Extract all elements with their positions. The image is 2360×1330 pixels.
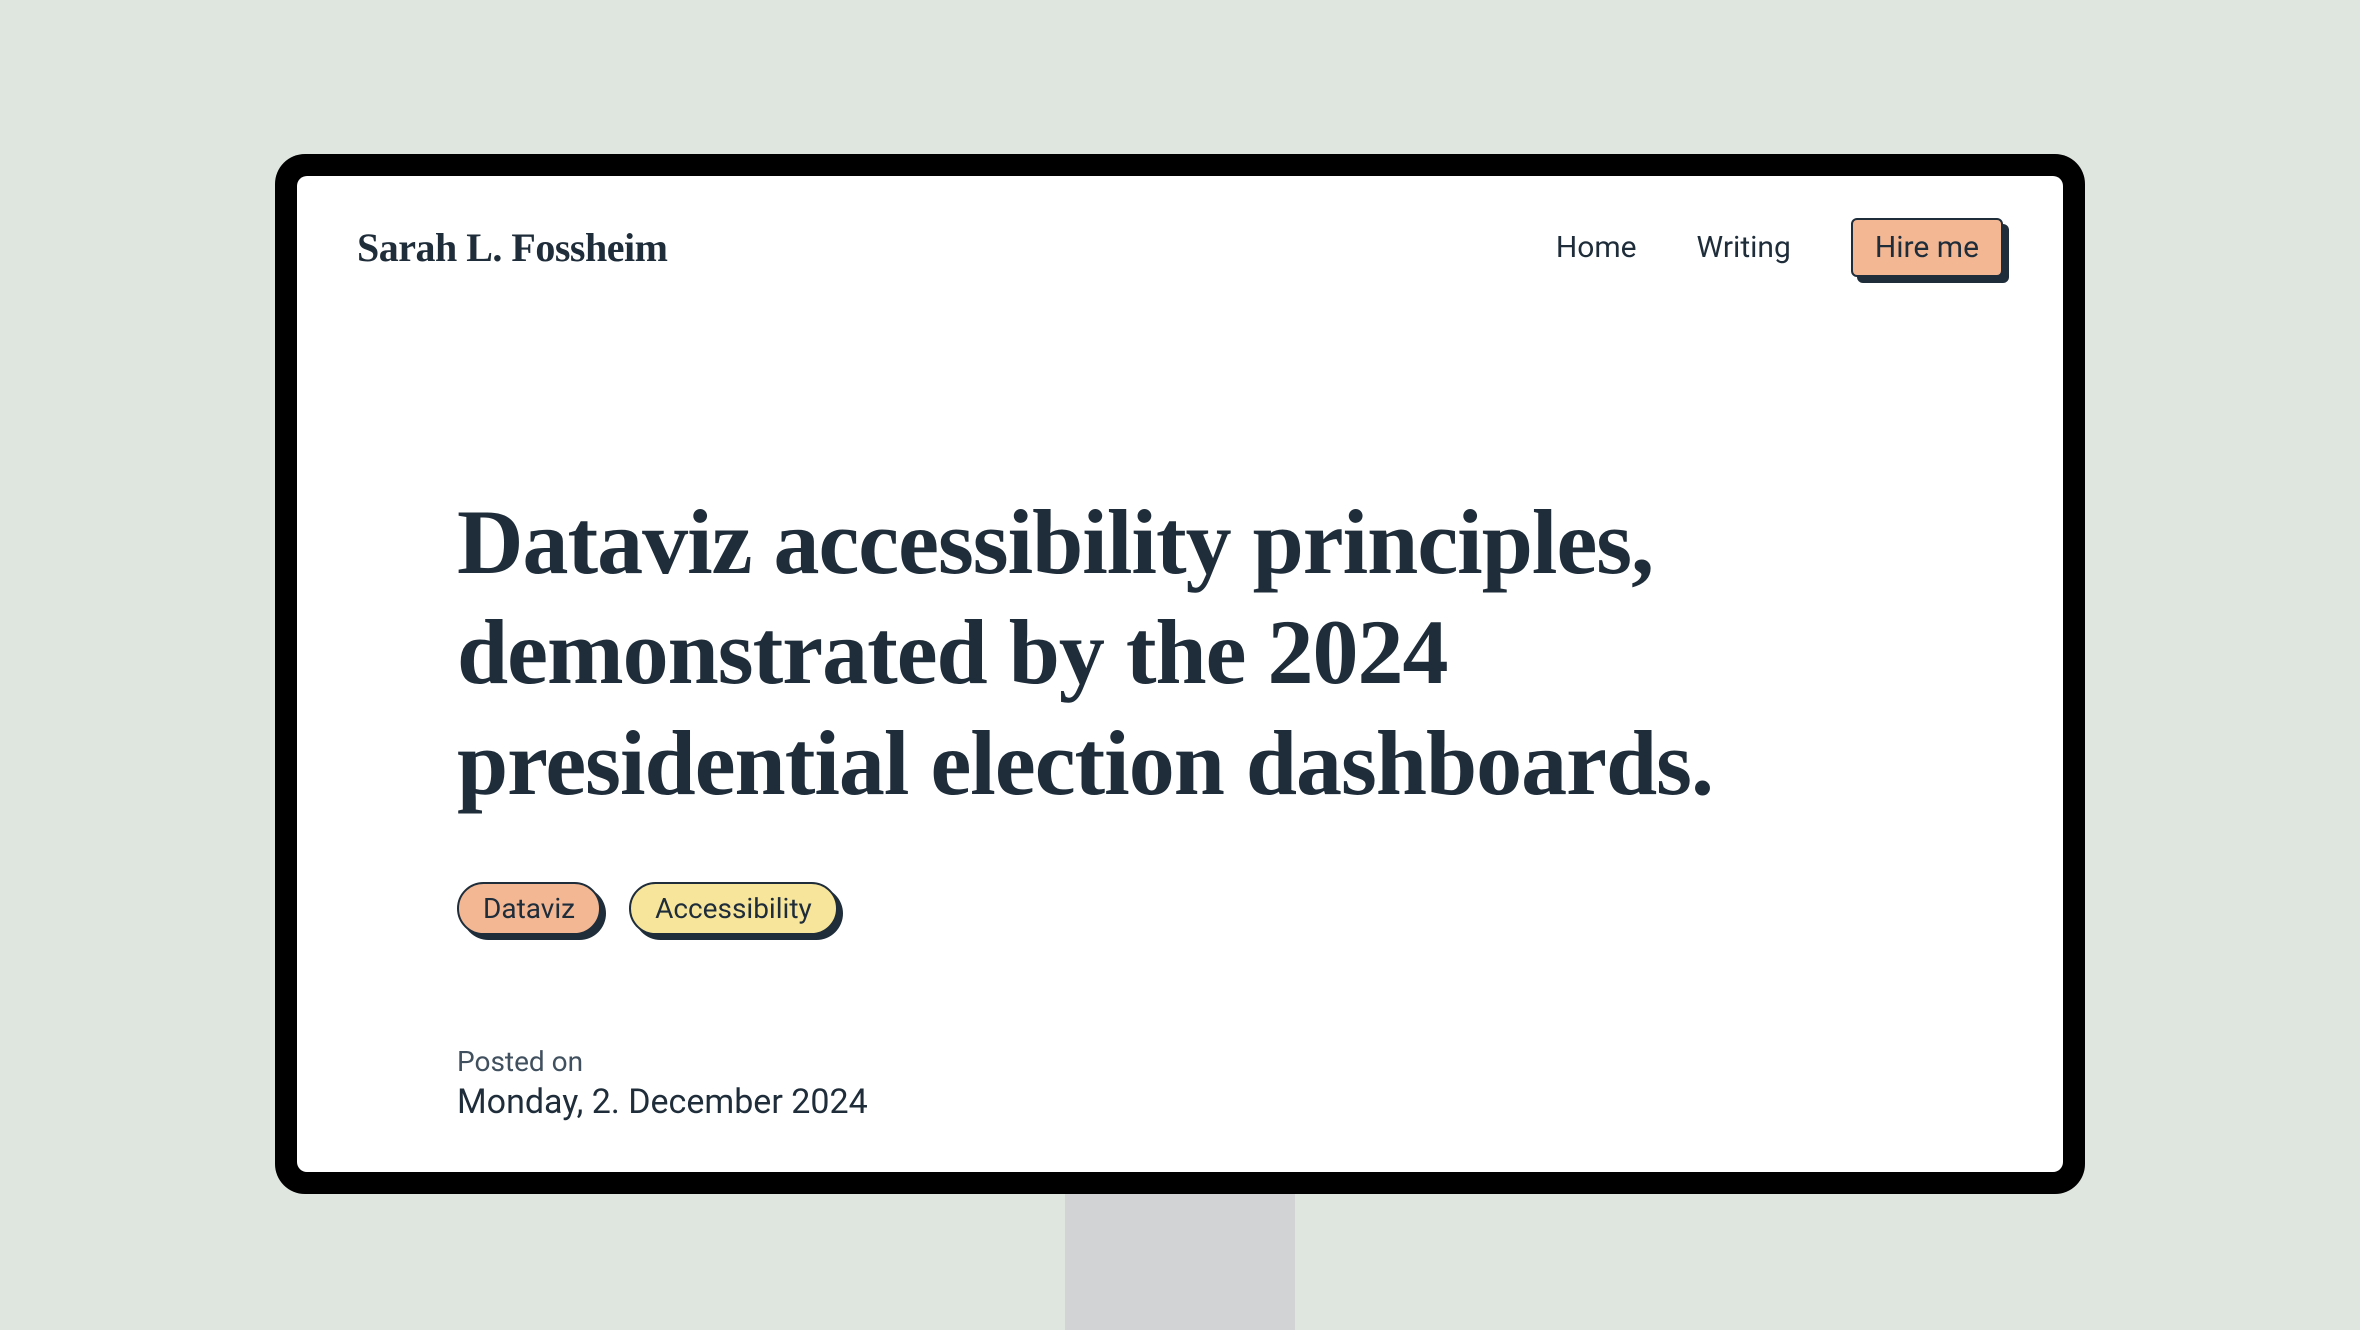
- primary-nav: Home Writing Hire me: [1556, 218, 2003, 277]
- screen: Sarah L. Fossheim Home Writing Hire me D…: [297, 176, 2063, 1172]
- tag-dataviz[interactable]: Dataviz: [457, 882, 601, 935]
- hire-button[interactable]: Hire me: [1851, 218, 2003, 277]
- site-brand[interactable]: Sarah L. Fossheim: [357, 224, 667, 271]
- hire-button-wrap: Hire me: [1851, 218, 2003, 277]
- tag-label: Dataviz: [457, 882, 601, 935]
- tag-accessibility[interactable]: Accessibility: [629, 882, 838, 935]
- posted-date: Monday, 2. December 2024: [457, 1082, 1903, 1122]
- article: Dataviz accessibility principles, demons…: [297, 277, 2063, 1122]
- monitor-bezel: Sarah L. Fossheim Home Writing Hire me D…: [275, 154, 2085, 1194]
- article-title: Dataviz accessibility principles, demons…: [457, 487, 1757, 818]
- nav-writing[interactable]: Writing: [1697, 230, 1791, 265]
- site-header: Sarah L. Fossheim Home Writing Hire me: [297, 176, 2063, 277]
- monitor-stand: [1065, 1190, 1295, 1330]
- posted-meta: Posted on Monday, 2. December 2024: [457, 1045, 1903, 1122]
- posted-label: Posted on: [457, 1045, 1903, 1078]
- tag-label: Accessibility: [629, 882, 838, 935]
- nav-home[interactable]: Home: [1556, 230, 1637, 265]
- tag-list: Dataviz Accessibility: [457, 882, 1903, 935]
